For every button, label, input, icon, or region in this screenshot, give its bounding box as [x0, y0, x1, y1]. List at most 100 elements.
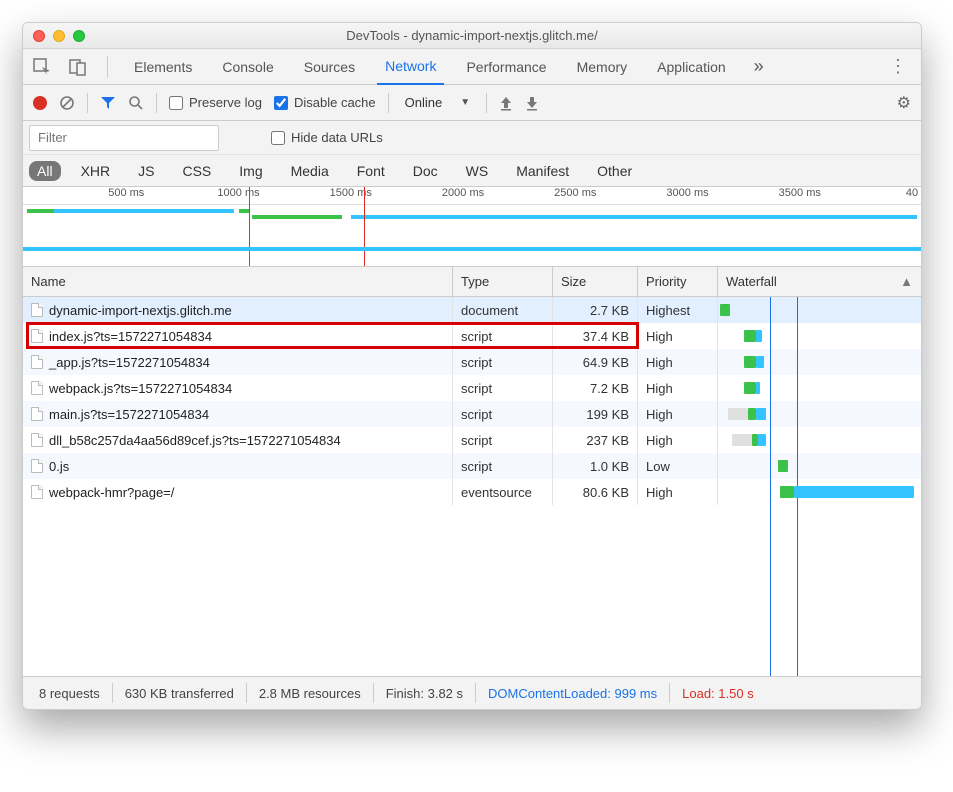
tab-memory[interactable]: Memory — [569, 49, 636, 85]
network-toolbar: Preserve log Disable cache Online ▼ ⚙ — [23, 85, 921, 121]
request-size: 237 KB — [553, 427, 638, 453]
request-name: _app.js?ts=1572271054834 — [49, 355, 210, 370]
tab-application[interactable]: Application — [649, 49, 734, 85]
request-waterfall — [718, 349, 921, 375]
tab-sources[interactable]: Sources — [296, 49, 363, 85]
col-name[interactable]: Name — [23, 267, 453, 296]
preserve-log-checkbox[interactable]: Preserve log — [169, 95, 262, 110]
col-priority[interactable]: Priority — [638, 267, 718, 296]
request-row[interactable]: index.js?ts=1572271054834script37.4 KBHi… — [23, 323, 921, 349]
timeline-overview[interactable]: 500 ms 1000 ms 1500 ms 2000 ms 2500 ms 3… — [23, 187, 921, 267]
search-icon[interactable] — [128, 95, 144, 111]
status-finish: Finish: 3.82 s — [374, 683, 476, 703]
request-type: script — [453, 375, 553, 401]
col-waterfall[interactable]: Waterfall ▲ — [718, 267, 921, 296]
filter-manifest[interactable]: Manifest — [508, 161, 577, 181]
request-row[interactable]: _app.js?ts=1572271054834script64.9 KBHig… — [23, 349, 921, 375]
preserve-log-label: Preserve log — [189, 95, 262, 110]
col-type[interactable]: Type — [453, 267, 553, 296]
filter-img[interactable]: Img — [231, 161, 270, 181]
hide-data-urls-checkbox[interactable]: Hide data URLs — [271, 130, 383, 145]
timeline-tick: 2000 ms — [442, 187, 484, 199]
disable-cache-label: Disable cache — [294, 95, 376, 110]
tab-network[interactable]: Network — [377, 49, 444, 85]
more-tabs-icon[interactable]: » — [748, 56, 770, 78]
request-row[interactable]: webpack.js?ts=1572271054834script7.2 KBH… — [23, 375, 921, 401]
hide-data-urls-input[interactable] — [271, 131, 285, 145]
record-button[interactable] — [33, 96, 47, 110]
clear-button[interactable] — [59, 95, 75, 111]
filter-xhr[interactable]: XHR — [73, 161, 119, 181]
filter-ws[interactable]: WS — [458, 161, 497, 181]
request-type: script — [453, 427, 553, 453]
zoom-window-button[interactable] — [73, 30, 85, 42]
sort-indicator-icon: ▲ — [900, 274, 913, 289]
download-har-icon[interactable] — [525, 95, 539, 111]
filter-css[interactable]: CSS — [174, 161, 219, 181]
tab-elements[interactable]: Elements — [126, 49, 200, 85]
tab-console[interactable]: Console — [214, 49, 281, 85]
request-row[interactable]: webpack-hmr?page=/eventsource80.6 KBHigh — [23, 479, 921, 505]
request-waterfall — [718, 427, 921, 453]
request-type: script — [453, 453, 553, 479]
request-row[interactable]: dynamic-import-nextjs.glitch.medocument2… — [23, 297, 921, 323]
filter-icon[interactable] — [100, 95, 116, 111]
request-waterfall — [718, 297, 921, 323]
file-icon — [31, 407, 43, 421]
timeline-tick: 3500 ms — [779, 187, 821, 199]
file-icon — [31, 303, 43, 317]
settings-kebab-icon[interactable]: ⋮ — [883, 56, 913, 77]
timeline-tick: 1000 ms — [217, 187, 259, 199]
request-size: 2.7 KB — [553, 297, 638, 323]
grid-header: Name Type Size Priority Waterfall ▲ — [23, 267, 921, 297]
request-priority: Highest — [638, 297, 718, 323]
request-waterfall — [718, 401, 921, 427]
request-priority: High — [638, 401, 718, 427]
request-grid: dynamic-import-nextjs.glitch.medocument2… — [23, 297, 921, 677]
request-waterfall — [718, 375, 921, 401]
device-toolbar-icon[interactable] — [67, 56, 89, 78]
filter-media[interactable]: Media — [283, 161, 337, 181]
request-size: 7.2 KB — [553, 375, 638, 401]
timeline-tick: 500 ms — [108, 187, 144, 199]
status-bar: 8 requests 630 KB transferred 2.8 MB res… — [23, 677, 921, 709]
request-row[interactable]: dll_b58c257da4aa56d89cef.js?ts=157227105… — [23, 427, 921, 453]
request-waterfall — [718, 479, 921, 505]
request-priority: High — [638, 375, 718, 401]
traffic-lights — [33, 30, 85, 42]
status-transferred: 630 KB transferred — [113, 683, 247, 703]
tab-performance[interactable]: Performance — [458, 49, 554, 85]
filter-font[interactable]: Font — [349, 161, 393, 181]
request-priority: High — [638, 479, 718, 505]
disable-cache-input[interactable] — [274, 96, 288, 110]
filter-other[interactable]: Other — [589, 161, 640, 181]
filter-js[interactable]: JS — [130, 161, 162, 181]
file-icon — [31, 459, 43, 473]
request-priority: High — [638, 349, 718, 375]
filter-input[interactable] — [29, 125, 219, 151]
timeline-tick: 40 — [906, 187, 918, 199]
file-icon — [31, 485, 43, 499]
close-window-button[interactable] — [33, 30, 45, 42]
request-priority: High — [638, 427, 718, 453]
timeline-tick: 2500 ms — [554, 187, 596, 199]
network-settings-icon[interactable]: ⚙ — [897, 93, 911, 113]
filter-all[interactable]: All — [29, 161, 61, 181]
upload-har-icon[interactable] — [499, 95, 513, 111]
inspect-element-icon[interactable] — [31, 56, 53, 78]
request-name: 0.js — [49, 459, 69, 474]
request-size: 80.6 KB — [553, 479, 638, 505]
request-row[interactable]: main.js?ts=1572271054834script199 KBHigh — [23, 401, 921, 427]
request-row[interactable]: 0.jsscript1.0 KBLow — [23, 453, 921, 479]
type-filter-bar: All XHR JS CSS Img Media Font Doc WS Man… — [23, 155, 921, 187]
throttling-select[interactable]: Online ▼ — [401, 95, 474, 110]
status-requests: 8 requests — [27, 683, 113, 703]
status-domcontentloaded: DOMContentLoaded: 999 ms — [476, 683, 670, 703]
chevron-down-icon: ▼ — [460, 97, 470, 108]
col-size[interactable]: Size — [553, 267, 638, 296]
preserve-log-input[interactable] — [169, 96, 183, 110]
minimize-window-button[interactable] — [53, 30, 65, 42]
filter-doc[interactable]: Doc — [405, 161, 446, 181]
request-priority: High — [638, 323, 718, 349]
disable-cache-checkbox[interactable]: Disable cache — [274, 95, 376, 110]
